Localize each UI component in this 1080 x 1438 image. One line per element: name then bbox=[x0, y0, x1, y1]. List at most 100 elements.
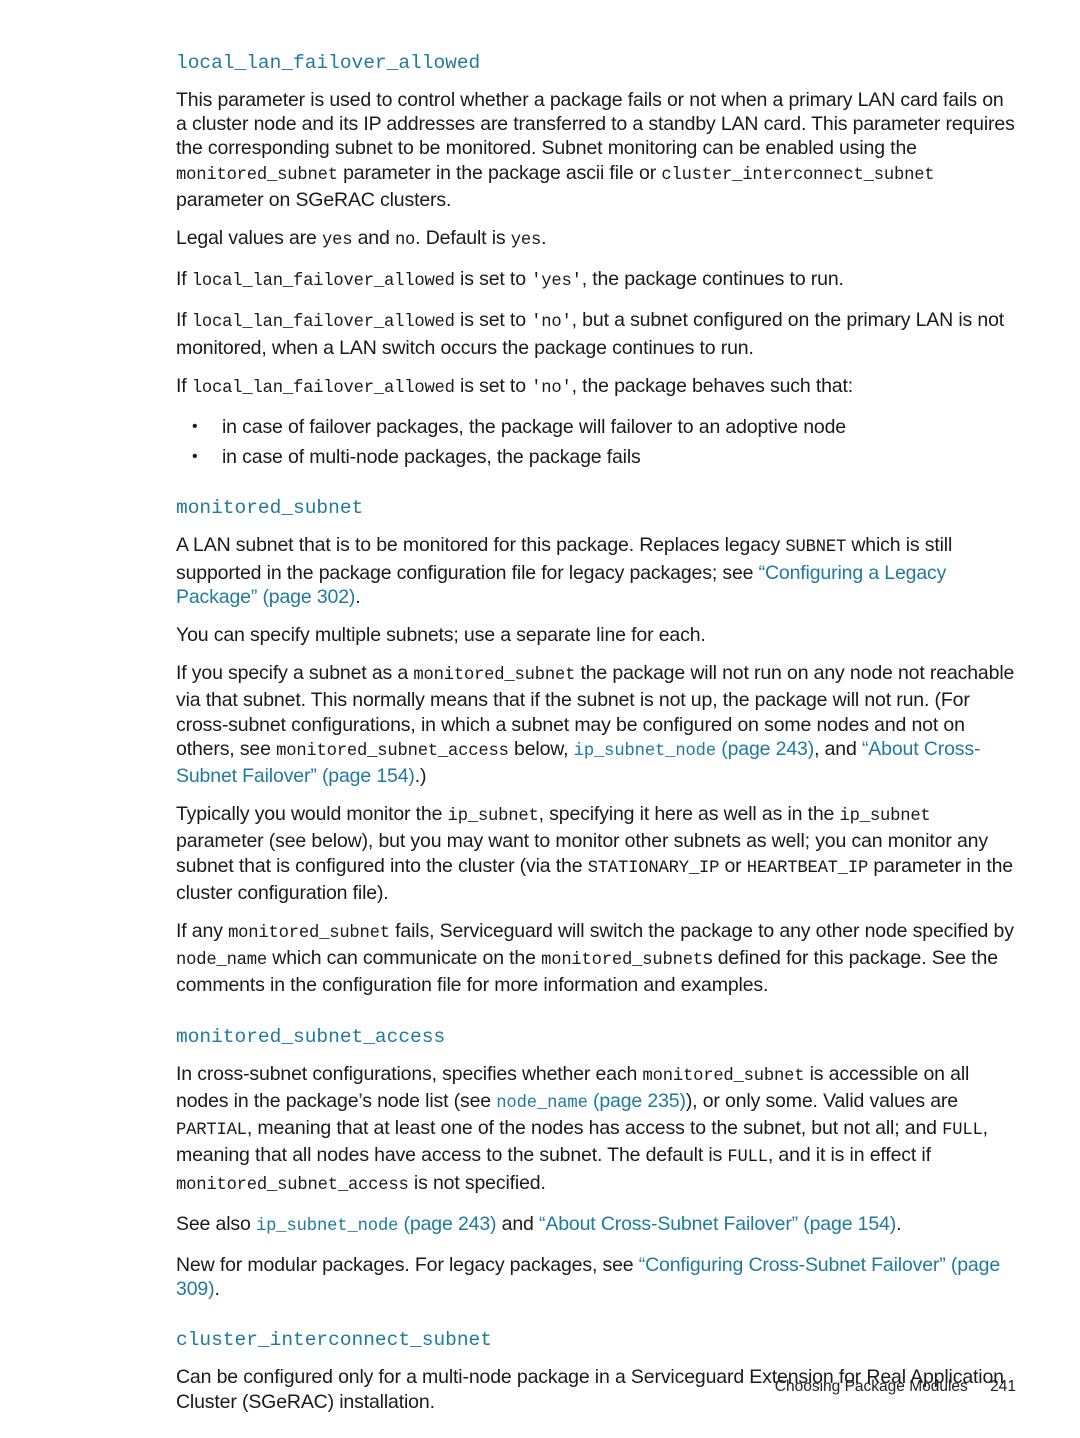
text-span: or bbox=[719, 854, 747, 877]
section-heading: monitored_subnet_access bbox=[176, 1025, 446, 1048]
text-span: , the package behaves such that: bbox=[571, 374, 854, 397]
cross-reference-link[interactable]: “About Cross-Subnet Failover” (page 154) bbox=[539, 1213, 896, 1235]
code-span: local_lan_failover_allowed bbox=[191, 378, 455, 398]
text-span: .) bbox=[414, 765, 427, 788]
text-span: . bbox=[214, 1278, 220, 1301]
section-heading: monitored_subnet bbox=[176, 497, 364, 520]
code-span: yes bbox=[510, 231, 542, 251]
paragraph: Legal values are yes and no. Default is … bbox=[176, 226, 1016, 253]
cross-reference-link[interactable]: (page 235) bbox=[588, 1090, 686, 1112]
text-span: If bbox=[176, 309, 192, 332]
text-span: is set to bbox=[454, 268, 532, 291]
code-span: monitored_subnet bbox=[642, 1066, 805, 1086]
code-span: node_name bbox=[176, 951, 268, 971]
code-span: 'yes' bbox=[531, 272, 582, 292]
text-span: . Default is bbox=[415, 227, 511, 250]
code-span: monitored_subnet bbox=[413, 666, 576, 686]
code-span: FULL bbox=[942, 1121, 983, 1141]
section-heading: cluster_interconnect_subnet bbox=[176, 1329, 492, 1352]
text-span: ), or only some. Valid values are bbox=[685, 1089, 958, 1112]
text-span: A LAN subnet that is to be monitored for… bbox=[176, 534, 786, 557]
paragraph: If local_lan_failover_allowed is set to … bbox=[176, 308, 1016, 359]
page-footer: Choosing Package Modules 241 bbox=[0, 1378, 1016, 1396]
cross-reference-link[interactable]: ip_subnet_node bbox=[256, 1217, 398, 1236]
paragraph: If any monitored_subnet fails, Servicegu… bbox=[176, 919, 1016, 998]
text-span: This parameter is used to control whethe… bbox=[176, 89, 1015, 160]
code-span: monitored_subnet bbox=[176, 165, 338, 185]
cross-reference-link[interactable]: node_name bbox=[496, 1094, 588, 1113]
text-span: If you specify a subnet as a bbox=[176, 662, 414, 685]
text-span: If bbox=[176, 268, 192, 291]
paragraph: See also ip_subnet_node (page 243) and “… bbox=[176, 1212, 1016, 1239]
code-span: HEARTBEAT_IP bbox=[746, 858, 869, 878]
text-span: , the package continues to run. bbox=[581, 268, 844, 291]
text-span: . bbox=[355, 585, 361, 608]
text-span: , and bbox=[814, 737, 862, 760]
text-span: . bbox=[541, 227, 547, 250]
text-span: and bbox=[352, 227, 395, 250]
list-item-label: in case of multi-node packages, the pack… bbox=[222, 446, 641, 469]
text-span: below, bbox=[508, 737, 574, 760]
paragraph: If local_lan_failover_allowed is set to … bbox=[176, 267, 1016, 294]
text-span: parameter in the package ascii file or bbox=[337, 161, 662, 184]
code-span: monitored_subnet_access bbox=[276, 741, 509, 761]
text-span: . bbox=[896, 1212, 902, 1235]
text-span: is set to bbox=[454, 374, 532, 397]
text-span: fails, Serviceguard will switch the pack… bbox=[389, 920, 1014, 943]
list-item: • in case of failover packages, the packa… bbox=[176, 415, 1016, 439]
document-page: local_lan_failover_allowed This parameter… bbox=[0, 0, 1080, 1438]
code-span: 'no' bbox=[531, 313, 572, 333]
paragraph: In cross-subnet configurations, specifie… bbox=[176, 1062, 1016, 1198]
bullet-list: • in case of failover packages, the packa… bbox=[176, 415, 1016, 469]
code-span: no bbox=[394, 231, 416, 251]
text-span: which can communicate on the bbox=[267, 947, 542, 970]
bullet-dot-icon: • bbox=[192, 448, 198, 466]
text-span: , and it is in effect if bbox=[767, 1144, 931, 1167]
code-span: local_lan_failover_allowed bbox=[191, 313, 455, 333]
code-span: ip_subnet bbox=[839, 807, 931, 827]
paragraph: New for modular packages. For legacy pac… bbox=[176, 1253, 1016, 1301]
bullet-dot-icon: • bbox=[192, 418, 198, 436]
text-span: Legal values are bbox=[176, 227, 322, 250]
section-heading: local_lan_failover_allowed bbox=[176, 52, 481, 74]
paragraph: This parameter is used to control whethe… bbox=[176, 88, 1016, 212]
code-span: ip_subnet bbox=[447, 807, 539, 827]
code-span: SUBNET bbox=[785, 538, 847, 558]
paragraph: If you specify a subnet as a monitored_s… bbox=[176, 661, 1016, 788]
text-span: is not specified. bbox=[408, 1171, 546, 1194]
text-span: If any bbox=[176, 920, 229, 943]
code-span: 'no' bbox=[531, 378, 572, 398]
code-span: yes bbox=[321, 231, 353, 251]
page-content: local_lan_failover_allowed This parameter… bbox=[176, 52, 1016, 1414]
text-span: parameter on SGeRAC clusters. bbox=[176, 188, 452, 211]
text-span: is set to bbox=[454, 309, 532, 332]
footer-page-number: 241 bbox=[990, 1378, 1016, 1395]
cross-reference-link[interactable]: (page 243) bbox=[716, 738, 814, 760]
text-span: and bbox=[496, 1212, 539, 1235]
text-span: See also bbox=[176, 1212, 256, 1235]
text-span: , meaning that at least one of the nodes… bbox=[246, 1117, 943, 1140]
code-span: local_lan_failover_allowed bbox=[191, 272, 455, 292]
paragraph: A LAN subnet that is to be monitored for… bbox=[176, 533, 1016, 609]
text-span: You can specify multiple subnets; use a … bbox=[176, 624, 706, 647]
text-span: New for modular packages. For legacy pac… bbox=[176, 1253, 639, 1276]
paragraph: If local_lan_failover_allowed is set to … bbox=[176, 374, 1016, 401]
code-span: monitored_subnet bbox=[228, 924, 390, 944]
footer-title: Choosing Package Modules bbox=[774, 1378, 968, 1395]
text-span: If bbox=[176, 374, 192, 397]
paragraph: Typically you would monitor the ip_subne… bbox=[176, 802, 1016, 905]
list-item-label: in case of failover packages, the packag… bbox=[222, 416, 846, 439]
code-span: cluster_interconnect_subnet bbox=[661, 165, 935, 185]
text-span: , specifying it here as well as in the bbox=[538, 803, 840, 826]
code-span: STATIONARY_IP bbox=[587, 858, 720, 878]
code-span: FULL bbox=[727, 1148, 768, 1168]
code-span: PARTIAL bbox=[176, 1121, 247, 1141]
cross-reference-link[interactable]: (page 243) bbox=[398, 1213, 497, 1235]
paragraph: You can specify multiple subnets; use a … bbox=[176, 623, 1016, 647]
code-span: monitored_subnet_access bbox=[176, 1175, 409, 1195]
text-span: In cross-subnet configurations, specifie… bbox=[176, 1062, 643, 1085]
list-item: • in case of multi-node packages, the pac… bbox=[176, 445, 1016, 469]
code-span: monitored_subnet bbox=[541, 951, 703, 971]
text-span: Typically you would monitor the bbox=[176, 803, 448, 826]
cross-reference-link[interactable]: ip_subnet_node bbox=[574, 742, 716, 761]
